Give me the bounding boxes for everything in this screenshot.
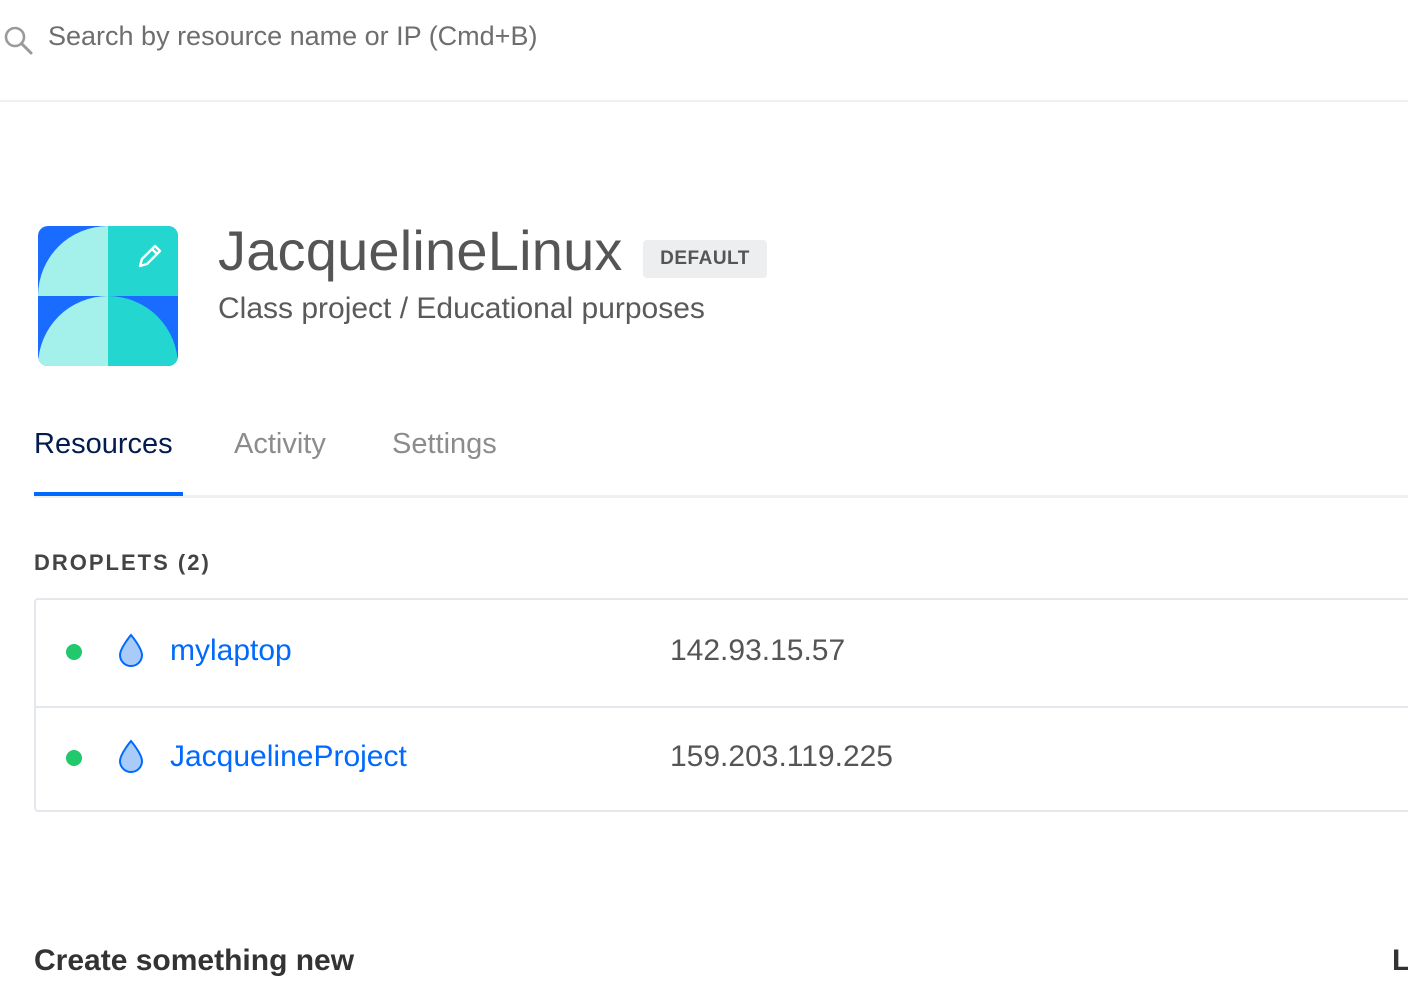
right-section-title: L	[1392, 944, 1408, 977]
default-badge: DEFAULT	[643, 240, 767, 278]
tab-bar: Resources Activity Settings	[34, 420, 1408, 498]
table-row: mylaptop 142.93.15.57	[36, 600, 1408, 705]
tab-activity[interactable]: Activity	[234, 428, 326, 461]
search-input[interactable]	[48, 14, 1348, 58]
project-title: JacquelineLinux	[218, 219, 623, 282]
search-icon	[4, 26, 33, 55]
search-bar	[0, 0, 1408, 102]
droplet-name-link[interactable]: mylaptop	[170, 634, 292, 668]
droplet-name-link[interactable]: JacquelineProject	[170, 740, 407, 774]
status-indicator	[66, 750, 82, 766]
droplet-ip: 159.203.119.225	[670, 740, 893, 773]
droplet-ip: 142.93.15.57	[670, 634, 846, 667]
status-indicator	[66, 644, 82, 660]
project-logo-icon[interactable]	[38, 226, 178, 366]
droplet-icon	[118, 739, 144, 773]
droplet-icon	[118, 633, 144, 667]
project-description: Class project / Educational purposes	[218, 292, 705, 325]
pencil-icon[interactable]	[134, 240, 166, 272]
table-row: JacquelineProject 159.203.119.225	[36, 706, 1408, 813]
tab-settings[interactable]: Settings	[392, 428, 497, 461]
droplet-list: mylaptop 142.93.15.57 JacquelineProject …	[34, 598, 1408, 812]
droplets-section-title: DROPLETS (2)	[34, 550, 211, 575]
tab-resources[interactable]: Resources	[34, 428, 173, 461]
active-tab-indicator	[34, 492, 183, 496]
create-section-title: Create something new	[34, 944, 355, 977]
